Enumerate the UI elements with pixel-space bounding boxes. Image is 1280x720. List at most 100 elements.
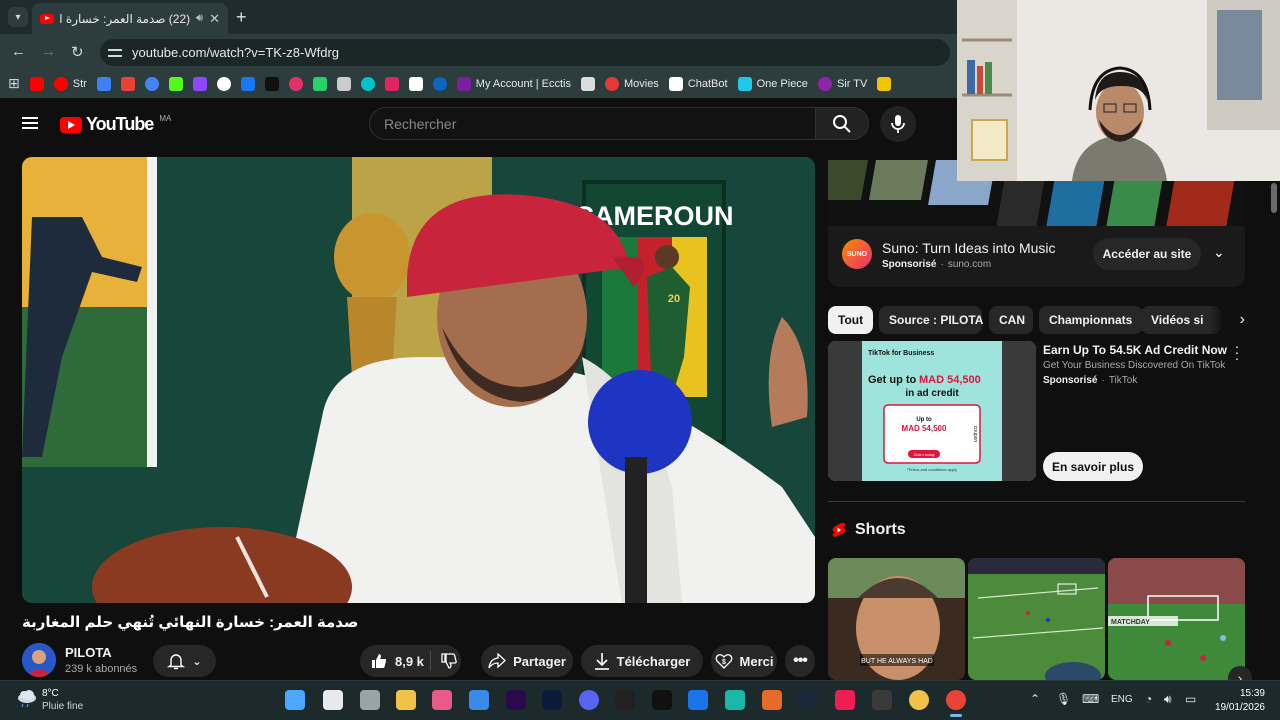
bookmark-item[interactable] [144, 76, 159, 91]
thanks-button[interactable]: $ Merci [711, 645, 777, 677]
close-tab-icon[interactable]: ✕ [209, 11, 220, 27]
speaker-icon[interactable]: 🔊︎ [196, 12, 203, 25]
subscribe-notification-button[interactable]: ⌄ [153, 645, 216, 677]
photoshop-icon[interactable] [542, 690, 562, 710]
scrollbar-thumb[interactable] [1271, 183, 1277, 213]
weather-temperature[interactable]: 8°C [42, 688, 59, 699]
weather-cloud-icon[interactable] [17, 689, 37, 708]
bookmark-item[interactable] [408, 76, 423, 91]
bookmark-item[interactable]: My Account | Ecctis [456, 76, 571, 91]
video-player[interactable]: CAMEROUN 20 [22, 157, 815, 603]
capcut-icon[interactable] [615, 690, 635, 710]
bookmark-item[interactable] [432, 76, 447, 91]
address-bar[interactable]: youtube.com/watch?v=TK-z8-Wfdrg [100, 39, 950, 66]
outlook-icon[interactable] [688, 690, 708, 710]
bookmark-item[interactable] [877, 76, 892, 91]
bookmark-item[interactable]: Movies [604, 76, 659, 91]
bookmark-item[interactable] [216, 76, 231, 91]
filter-chip[interactable]: CAN [989, 306, 1033, 334]
wifi-icon[interactable]: ◔ [1145, 692, 1152, 706]
bookmark-item[interactable] [96, 76, 111, 91]
chrome-active-icon[interactable] [946, 690, 966, 710]
back-icon[interactable]: ← [11, 43, 26, 60]
channel-avatar[interactable] [22, 643, 56, 677]
edge-icon[interactable] [725, 690, 745, 710]
clock-time[interactable]: 15:39 [1239, 688, 1265, 699]
region-code: MA [159, 114, 172, 123]
netflix-icon[interactable] [652, 690, 672, 710]
tiktok-advertiser: TikTok [1108, 375, 1138, 386]
search-icon[interactable] [323, 690, 343, 710]
snipping-tool-icon[interactable] [432, 690, 452, 710]
language-indicator[interactable]: ENG [1111, 694, 1133, 705]
filter-chip[interactable]: Vidéos si [1141, 306, 1221, 334]
bookmark-item[interactable] [580, 76, 595, 91]
site-info-icon[interactable] [108, 47, 122, 59]
youtube-logo[interactable]: YouTube MA [60, 114, 171, 135]
settings-app-icon[interactable] [872, 690, 892, 710]
discord-icon[interactable] [579, 690, 599, 710]
bookmark-item[interactable] [312, 76, 327, 91]
filter-chip[interactable]: Championnats [1039, 306, 1143, 334]
forward-icon[interactable]: → [41, 43, 56, 60]
browser-tab[interactable]: (22) صدمة العمر: خسارة النها 🔊︎ ✕ [32, 3, 228, 34]
bookmark-item[interactable] [192, 76, 207, 91]
bookmark-item[interactable]: Str [53, 76, 87, 91]
premiere-icon[interactable] [506, 690, 526, 710]
bookmark-item[interactable] [120, 76, 135, 91]
file-explorer-icon[interactable] [396, 690, 416, 710]
battery-icon[interactable]: ▭ [1185, 692, 1196, 706]
store-icon[interactable] [469, 690, 489, 710]
search-input[interactable]: Rechercher [369, 107, 815, 140]
share-button[interactable]: Partager [481, 645, 573, 677]
chrome-icon[interactable] [909, 690, 929, 710]
chevron-down-icon[interactable]: ⌄ [1213, 244, 1225, 261]
new-tab-button[interactable]: + [236, 8, 247, 26]
more-vertical-icon[interactable]: · · · [1232, 339, 1242, 365]
short-thumbnail[interactable]: BUT HE ALWAYS HAD [828, 558, 965, 680]
keyboard-icon[interactable]: ⌨ [1082, 692, 1099, 706]
search-button[interactable] [815, 107, 869, 140]
chatgpt-icon [336, 76, 351, 91]
filter-chip[interactable]: Source : PILOTA [879, 306, 983, 334]
apps-grid-icon[interactable]: ⊞ [8, 75, 20, 92]
microphone-tray-icon[interactable]: 🎙︎ [1056, 692, 1071, 706]
bookmark-item[interactable] [29, 76, 44, 91]
bookmark-item[interactable]: One Piece [737, 76, 808, 91]
visit-site-button[interactable]: Accéder au site [1093, 238, 1201, 270]
bookmark-item[interactable] [384, 76, 399, 91]
chevron-up-icon[interactable]: ⌃ [1030, 692, 1040, 706]
mic-app-icon[interactable] [762, 690, 782, 710]
download-button[interactable]: Télécharger [581, 645, 703, 677]
menu-icon[interactable] [22, 117, 38, 129]
bookmark-item[interactable] [360, 76, 375, 91]
weather-condition[interactable]: Pluie fine [42, 701, 83, 712]
more-actions-button[interactable]: ••• [785, 645, 815, 677]
clock-date[interactable]: 19/01/2026 [1210, 702, 1265, 713]
tiktok-ad-thumbnail[interactable]: TikTok for Business Get up to MAD 54,500… [828, 341, 1036, 481]
reload-icon[interactable]: ↻ [71, 43, 84, 61]
learn-more-button[interactable]: En savoir plus [1043, 452, 1143, 481]
chips-next-button[interactable]: › [1210, 306, 1245, 334]
bookmark-item[interactable] [240, 76, 255, 91]
dislike-button[interactable] [440, 652, 458, 675]
bookmark-item[interactable]: ChatBot [668, 76, 728, 91]
tiktok-app-icon[interactable] [835, 690, 855, 710]
channel-name[interactable]: PILOTA [65, 645, 112, 660]
filter-chip[interactable]: Tout [828, 306, 873, 334]
short-thumbnail[interactable]: MATCHDAY [1108, 558, 1245, 680]
volume-icon[interactable]: 🔊︎ [1164, 692, 1172, 707]
short-thumbnail[interactable] [968, 558, 1105, 680]
tiktok-ad-title[interactable]: Earn Up To 54.5K Ad Credit Now [1043, 343, 1227, 357]
page-scrollbar[interactable] [1268, 181, 1280, 680]
bookmark-item[interactable] [288, 76, 303, 91]
tab-search-button[interactable]: ▾ [8, 7, 28, 27]
start-icon[interactable] [285, 690, 305, 710]
bookmark-item[interactable] [336, 76, 351, 91]
task-view-icon[interactable] [360, 690, 380, 710]
bookmark-item[interactable] [168, 76, 183, 91]
voice-search-button[interactable] [880, 106, 916, 142]
steam-icon[interactable] [798, 690, 818, 710]
bookmark-item[interactable]: Sir TV [817, 76, 867, 91]
bookmark-item[interactable] [264, 76, 279, 91]
